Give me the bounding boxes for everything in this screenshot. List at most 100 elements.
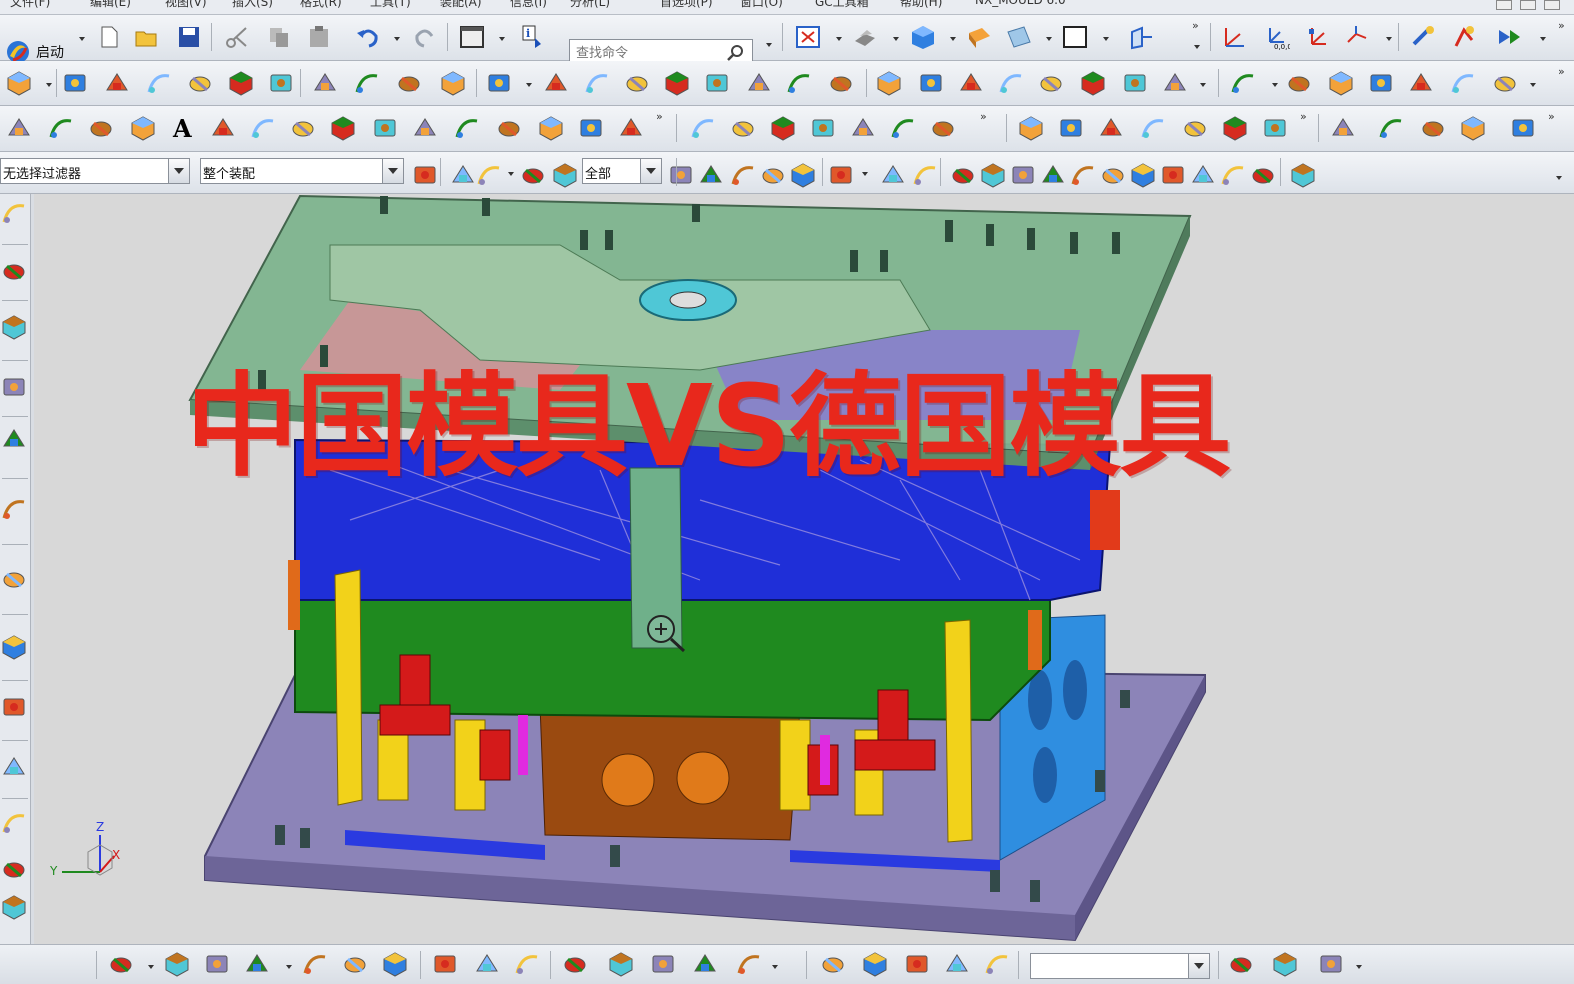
selection-icon-14[interactable] xyxy=(980,162,1006,188)
resource-tab-icon-5[interactable] xyxy=(1,496,27,522)
frame-icon[interactable] xyxy=(1062,24,1088,50)
copy-icon[interactable] xyxy=(266,24,292,50)
curve-icon-16[interactable] xyxy=(690,115,716,141)
chevron-down-icon[interactable] xyxy=(382,159,403,183)
chevron-down-icon[interactable] xyxy=(168,159,189,183)
menu-item-1[interactable]: 编辑(E) xyxy=(90,0,131,9)
curve-icon-13[interactable] xyxy=(538,115,564,141)
csys-rotate-icon[interactable] xyxy=(1344,24,1370,50)
csys-icon[interactable] xyxy=(1222,24,1248,50)
text-tool-icon[interactable]: A xyxy=(170,115,196,141)
resource-tab-icon-1[interactable] xyxy=(1,258,27,284)
feature-icon-29[interactable] xyxy=(1286,70,1312,96)
overflow-chevron-icon[interactable]: » xyxy=(1558,66,1565,77)
window-icon[interactable] xyxy=(459,24,485,50)
cube-icon[interactable] xyxy=(910,24,936,50)
curve-icon-14[interactable] xyxy=(578,115,604,141)
curve-icon-28[interactable] xyxy=(1222,115,1248,141)
selection-icon-20[interactable] xyxy=(1160,162,1186,188)
selection-icon-15[interactable] xyxy=(1010,162,1036,188)
mold-tool-icon-10[interactable] xyxy=(562,951,588,977)
selection-icon-11[interactable] xyxy=(880,162,906,188)
graphics-window[interactable]: Z Y X xyxy=(34,194,1574,944)
restore-icon[interactable] xyxy=(1520,0,1536,10)
menu-item-8[interactable]: 分析(L) xyxy=(570,0,610,9)
feature-icon-0[interactable] xyxy=(6,70,32,96)
mold-tool-icon-0[interactable] xyxy=(108,951,134,977)
selection-icon-7[interactable] xyxy=(730,162,756,188)
selection-icon-17[interactable] xyxy=(1070,162,1096,188)
feature-icon-6[interactable] xyxy=(268,70,294,96)
feature-icon-5[interactable] xyxy=(228,70,254,96)
mold-tool-icon-1[interactable] xyxy=(164,951,190,977)
curve-icon-22[interactable] xyxy=(930,115,956,141)
mold-tool-icon-13[interactable] xyxy=(692,951,718,977)
feature-icon-11[interactable] xyxy=(486,70,512,96)
open-folder-icon[interactable] xyxy=(134,24,160,50)
mold-assembly-model[interactable] xyxy=(34,194,1574,944)
curve-icon-24[interactable] xyxy=(1058,115,1084,141)
curve-icon-6[interactable] xyxy=(250,115,276,141)
close-icon[interactable] xyxy=(1544,0,1560,10)
bottom-combo[interactable] xyxy=(1030,953,1210,979)
resource-tab-icon-11[interactable] xyxy=(1,856,27,882)
curve-icon-15[interactable] xyxy=(618,115,644,141)
feature-icon-24[interactable] xyxy=(1038,70,1064,96)
mold-tool-icon-11[interactable] xyxy=(608,951,634,977)
feature-icon-12[interactable] xyxy=(543,70,569,96)
mold-tool-icon-6[interactable] xyxy=(382,951,408,977)
feature-icon-15[interactable] xyxy=(664,70,690,96)
mold-tool-icon-18[interactable] xyxy=(944,951,970,977)
feature-icon-22[interactable] xyxy=(958,70,984,96)
curve-icon-34[interactable] xyxy=(1510,115,1536,141)
mold-tool-icon-12[interactable] xyxy=(650,951,676,977)
selection-icon-6[interactable] xyxy=(698,162,724,188)
mold-tool-icon-20[interactable] xyxy=(1228,951,1254,977)
feature-icon-8[interactable] xyxy=(354,70,380,96)
curve-icon-3[interactable] xyxy=(130,115,156,141)
menu-item-5[interactable]: 工具(T) xyxy=(370,0,411,9)
curve-icon-31[interactable] xyxy=(1378,115,1404,141)
paste-icon[interactable] xyxy=(306,24,332,50)
menu-item-6[interactable]: 装配(A) xyxy=(440,0,482,9)
feature-icon-28[interactable] xyxy=(1230,70,1256,96)
selection-filter-dropdown[interactable]: 无选择过滤器 xyxy=(0,158,190,184)
mold-tool-icon-19[interactable] xyxy=(984,951,1010,977)
menu-item-2[interactable]: 视图(V) xyxy=(165,0,207,9)
feature-icon-27[interactable] xyxy=(1162,70,1188,96)
menu-item-11[interactable]: GC工具箱 xyxy=(815,0,869,9)
menu-item-12[interactable]: 帮助(H) xyxy=(900,0,942,9)
resource-tab-icon-8[interactable] xyxy=(1,694,27,720)
selection-icon-16[interactable] xyxy=(1040,162,1066,188)
mold-tool-icon-21[interactable] xyxy=(1272,951,1298,977)
resource-tab-icon-7[interactable] xyxy=(1,634,27,660)
resource-tab-icon-9[interactable] xyxy=(1,754,27,780)
curve-icon-20[interactable] xyxy=(850,115,876,141)
analysis-icon[interactable] xyxy=(1452,24,1478,50)
feature-icon-9[interactable] xyxy=(396,70,422,96)
curve-icon-23[interactable] xyxy=(1018,115,1044,141)
curve-icon-0[interactable] xyxy=(6,115,32,141)
feature-icon-32[interactable] xyxy=(1408,70,1434,96)
fit-view-icon[interactable] xyxy=(795,24,821,50)
feature-icon-14[interactable] xyxy=(624,70,650,96)
snap-icon[interactable] xyxy=(1410,24,1436,50)
minimize-icon[interactable] xyxy=(1496,0,1512,10)
resource-tab-icon-12[interactable] xyxy=(1,894,27,920)
feature-icon-4[interactable] xyxy=(187,70,213,96)
curve-icon-11[interactable] xyxy=(454,115,480,141)
wcs-icon[interactable] xyxy=(1128,24,1154,50)
feature-icon-10[interactable] xyxy=(440,70,466,96)
curve-icon-32[interactable] xyxy=(1420,115,1446,141)
feature-icon-2[interactable] xyxy=(104,70,130,96)
selection-icon-10[interactable] xyxy=(828,162,854,188)
selection-icon-0[interactable] xyxy=(412,162,438,188)
feature-icon-18[interactable] xyxy=(786,70,812,96)
curve-icon-7[interactable] xyxy=(290,115,316,141)
mold-tool-icon-3[interactable] xyxy=(244,951,270,977)
overflow-chevron-icon[interactable]: » xyxy=(1300,111,1307,122)
selection-icon-19[interactable] xyxy=(1130,162,1156,188)
selection-icon-4[interactable] xyxy=(552,162,578,188)
selection-icon-5[interactable] xyxy=(668,162,694,188)
curve-icon-1[interactable] xyxy=(48,115,74,141)
